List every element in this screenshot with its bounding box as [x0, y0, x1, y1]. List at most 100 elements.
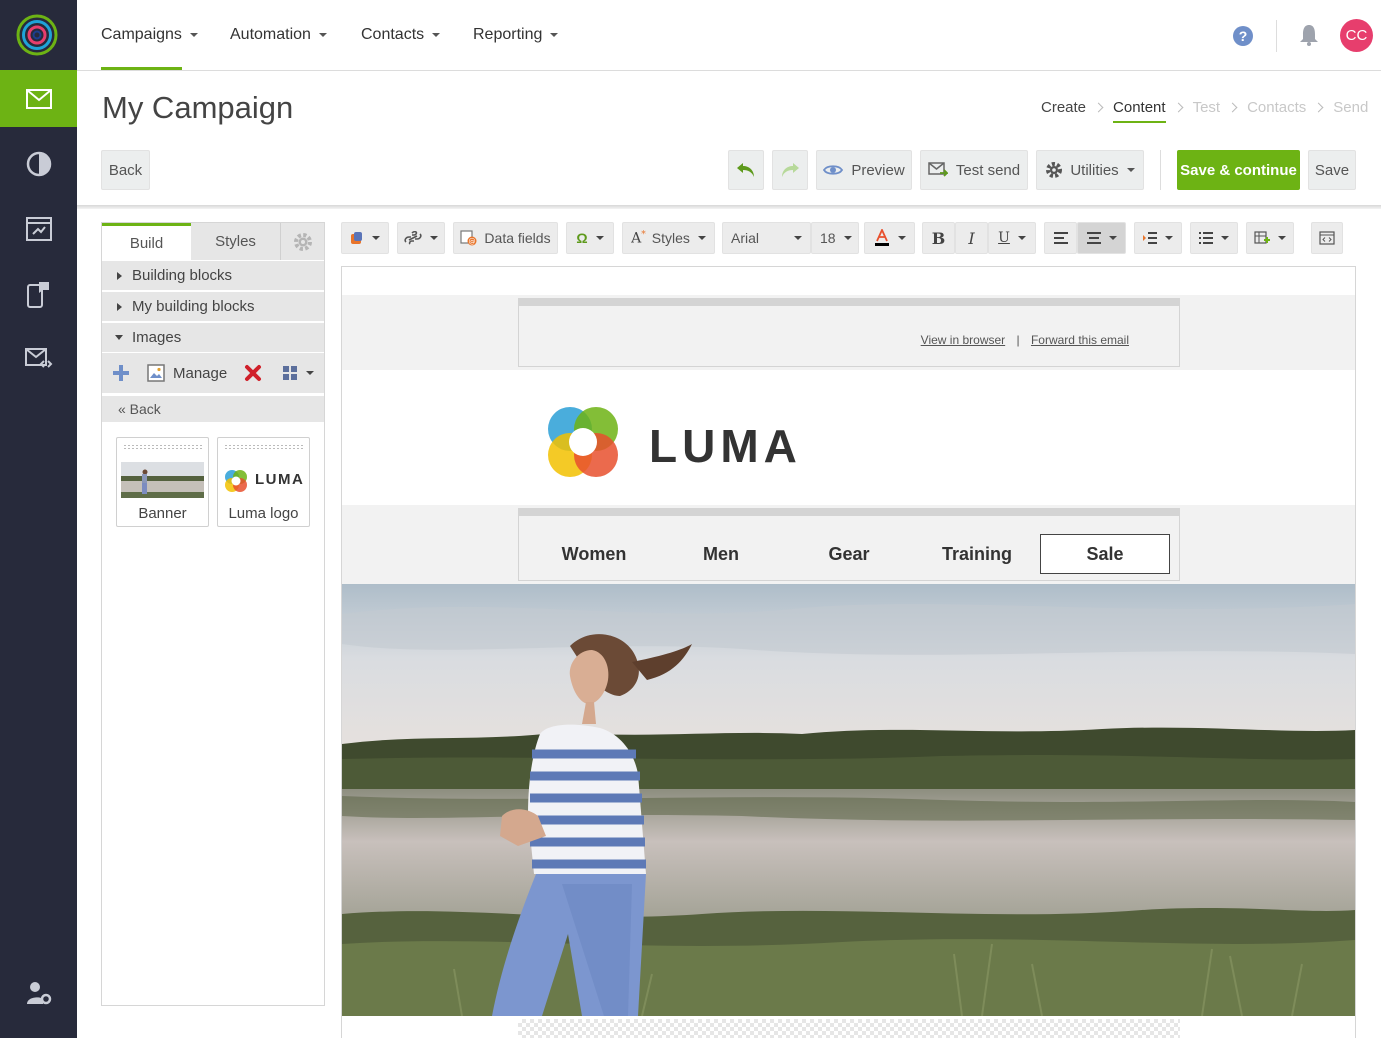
font-family-select[interactable]: Arial	[722, 222, 811, 254]
source-code-button[interactable]	[1311, 222, 1343, 254]
section-building-blocks[interactable]: Building blocks	[102, 261, 324, 291]
preheader-block[interactable]: View in browser | Forward this email	[518, 298, 1180, 367]
caret-down-icon	[897, 236, 906, 240]
table-icon	[1254, 231, 1270, 244]
undo-button[interactable]	[728, 150, 764, 190]
app-logo[interactable]	[16, 14, 58, 56]
list-button[interactable]	[1190, 222, 1238, 254]
nav-reporting[interactable]: Reporting	[473, 0, 559, 70]
email-nav-block[interactable]: Women Men Gear Training Sale	[518, 508, 1180, 581]
avatar[interactable]: CC	[1340, 19, 1373, 52]
nav-automation[interactable]: Automation	[230, 0, 327, 70]
align-left-button[interactable]	[1044, 222, 1077, 254]
panel-settings-button[interactable]	[280, 223, 324, 260]
sidebar-item-mobile[interactable]	[0, 265, 77, 322]
view-toggle-button[interactable]	[282, 365, 315, 381]
hero-banner-image[interactable]	[342, 584, 1355, 1016]
email-canvas[interactable]: View in browser | Forward this email LUM…	[341, 266, 1356, 1038]
caret-down-icon	[550, 33, 559, 37]
chevron-right-icon	[1227, 102, 1238, 112]
table-button[interactable]	[1246, 222, 1294, 254]
nav-label: Reporting	[473, 26, 543, 43]
font-size-select[interactable]: 18	[811, 222, 859, 254]
email-nav-women[interactable]: Women	[534, 534, 654, 574]
caret-down-icon	[595, 236, 604, 240]
save-continue-button[interactable]: Save & continue	[1177, 150, 1300, 190]
email-nav-training[interactable]: Training	[917, 534, 1037, 574]
banner-thumbnail	[121, 462, 204, 498]
caret-down-icon	[432, 33, 441, 37]
indent-button[interactable]	[1134, 222, 1182, 254]
luma-logo-thumbnail	[225, 470, 247, 492]
add-icon[interactable]	[111, 363, 131, 383]
nav-contacts[interactable]: Contacts	[361, 0, 441, 70]
logo-block[interactable]: LUMA	[542, 401, 812, 485]
image-tile-banner[interactable]: Banner	[116, 437, 209, 527]
images-back-link[interactable]: « Back	[102, 396, 324, 422]
sidebar-item-programs[interactable]	[0, 200, 77, 257]
step-test: Test	[1192, 98, 1221, 116]
link-icon	[404, 231, 422, 245]
redo-button[interactable]	[772, 150, 808, 190]
align-center-icon	[1086, 232, 1101, 244]
campaign-steps: Create Content Test Contacts Send	[1041, 95, 1368, 123]
preheader-links: View in browser | Forward this email	[921, 333, 1129, 347]
special-characters-button[interactable]: Ω	[566, 222, 614, 254]
italic-button[interactable]: I	[955, 222, 988, 254]
font-size-value: 18	[820, 230, 836, 246]
sidebar-item-templates[interactable]	[0, 330, 77, 387]
gear-icon	[293, 232, 312, 251]
sidebar-item-user-settings[interactable]	[0, 964, 77, 1021]
help-icon[interactable]: ?	[1233, 26, 1253, 46]
utilities-button[interactable]: Utilities	[1036, 150, 1144, 190]
save-button[interactable]: Save	[1308, 150, 1356, 190]
test-send-button[interactable]: Test send	[920, 150, 1028, 190]
block-style-button[interactable]	[341, 222, 389, 254]
section-my-building-blocks[interactable]: My building blocks	[102, 292, 324, 322]
align-left-icon	[1053, 232, 1068, 244]
section-images[interactable]: Images	[102, 323, 324, 353]
tab-build[interactable]: Build	[102, 223, 191, 260]
tab-styles[interactable]: Styles	[191, 223, 280, 260]
nav-campaigns[interactable]: Campaigns	[101, 0, 198, 70]
bell-icon[interactable]	[1299, 24, 1319, 46]
bullet-list-icon	[1199, 232, 1213, 244]
placeholder-block[interactable]	[518, 1019, 1180, 1038]
step-content[interactable]: Content	[1113, 99, 1166, 123]
manage-button[interactable]: Manage	[147, 364, 227, 382]
preview-button[interactable]: Preview	[816, 150, 912, 190]
align-center-button[interactable]	[1077, 222, 1126, 254]
image-tile-luma-logo[interactable]: LUMA Luma logo	[217, 437, 310, 527]
caret-down-icon	[372, 236, 380, 240]
forward-email-link[interactable]: Forward this email	[1031, 333, 1129, 347]
image-tile-label: Luma logo	[228, 505, 299, 522]
luma-logo-icon	[548, 407, 618, 477]
underline-icon: U	[998, 230, 1010, 246]
back-button[interactable]: Back	[101, 150, 150, 190]
data-fields-button[interactable]: @ Data fields	[453, 222, 558, 254]
undo-icon	[737, 163, 754, 177]
image-icon	[147, 364, 165, 382]
sidebar-item-campaigns[interactable]	[0, 70, 77, 127]
link-button[interactable]	[397, 222, 445, 254]
pie-chart-icon	[26, 151, 51, 176]
styles-dropdown[interactable]: A* Styles	[622, 222, 715, 254]
text-style-icon: A*	[631, 229, 646, 247]
build-panel: Build Styles Building blocks My building…	[101, 222, 325, 1006]
caret-down-icon	[1126, 168, 1135, 172]
caret-down-icon	[430, 236, 438, 240]
sidebar-item-reporting[interactable]	[0, 135, 77, 192]
email-nav-gear[interactable]: Gear	[789, 534, 909, 574]
email-nav-men[interactable]: Men	[661, 534, 781, 574]
delete-icon[interactable]	[244, 364, 262, 382]
font-color-button[interactable]	[864, 222, 915, 254]
bold-button[interactable]: B	[922, 222, 955, 254]
font-family-value: Arial	[731, 230, 760, 246]
underline-button[interactable]: U	[988, 222, 1036, 254]
panel-tabs: Build Styles	[102, 223, 324, 260]
email-nav-sale[interactable]: Sale	[1040, 534, 1170, 574]
drag-handle[interactable]	[224, 444, 303, 450]
drag-handle[interactable]	[123, 444, 202, 450]
step-create[interactable]: Create	[1041, 99, 1086, 116]
view-in-browser-link[interactable]: View in browser	[921, 333, 1005, 347]
